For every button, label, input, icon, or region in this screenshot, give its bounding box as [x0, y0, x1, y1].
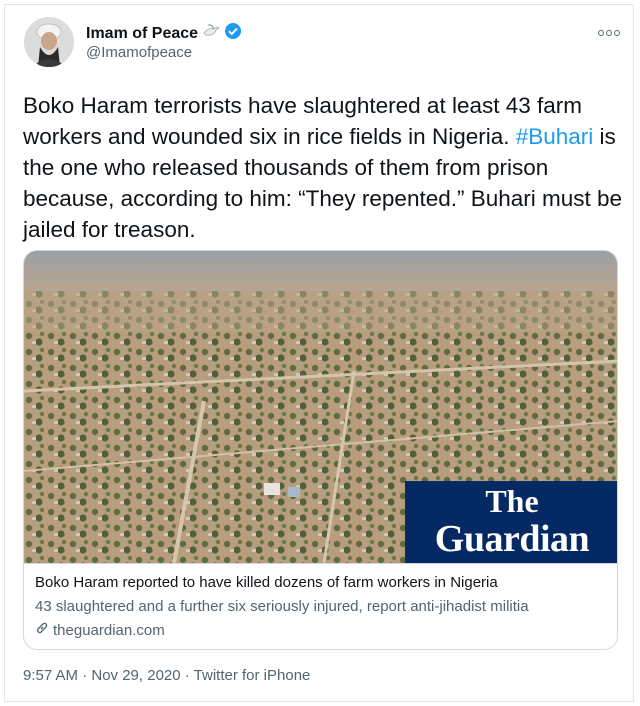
card-title: Boko Haram reported to have killed dozen…	[35, 574, 498, 591]
card-domain-row: theguardian.com	[35, 621, 165, 639]
guardian-logo: The Guardian	[405, 481, 617, 563]
logo-line2: Guardian	[434, 518, 590, 560]
user-handle[interactable]: @Imamofpeace	[86, 44, 192, 61]
tweet-text-part1: Boko Haram terrorists have slaughtered a…	[23, 93, 583, 149]
dove-icon	[202, 23, 220, 44]
link-icon	[35, 621, 49, 639]
display-name[interactable]: Imam of Peace	[86, 25, 198, 43]
card-description: 43 slaughtered and a further six serious…	[35, 598, 529, 615]
card-meta: Boko Haram reported to have killed dozen…	[24, 563, 617, 649]
more-options-icon[interactable]	[598, 30, 620, 36]
tweet-text: Boko Haram terrorists have slaughtered a…	[23, 90, 623, 245]
avatar[interactable]	[24, 17, 74, 67]
user-name-row: Imam of Peace	[86, 22, 242, 45]
tweet-timestamp[interactable]: 9:57 AM · Nov 29, 2020 · Twitter for iPh…	[23, 667, 310, 684]
logo-line1: The	[485, 483, 539, 519]
hashtag-link[interactable]: #Buhari	[516, 124, 594, 149]
link-card[interactable]: The Guardian Boko Haram reported to have…	[23, 250, 618, 650]
card-domain: theguardian.com	[53, 621, 165, 639]
verified-badge-icon	[224, 22, 242, 45]
